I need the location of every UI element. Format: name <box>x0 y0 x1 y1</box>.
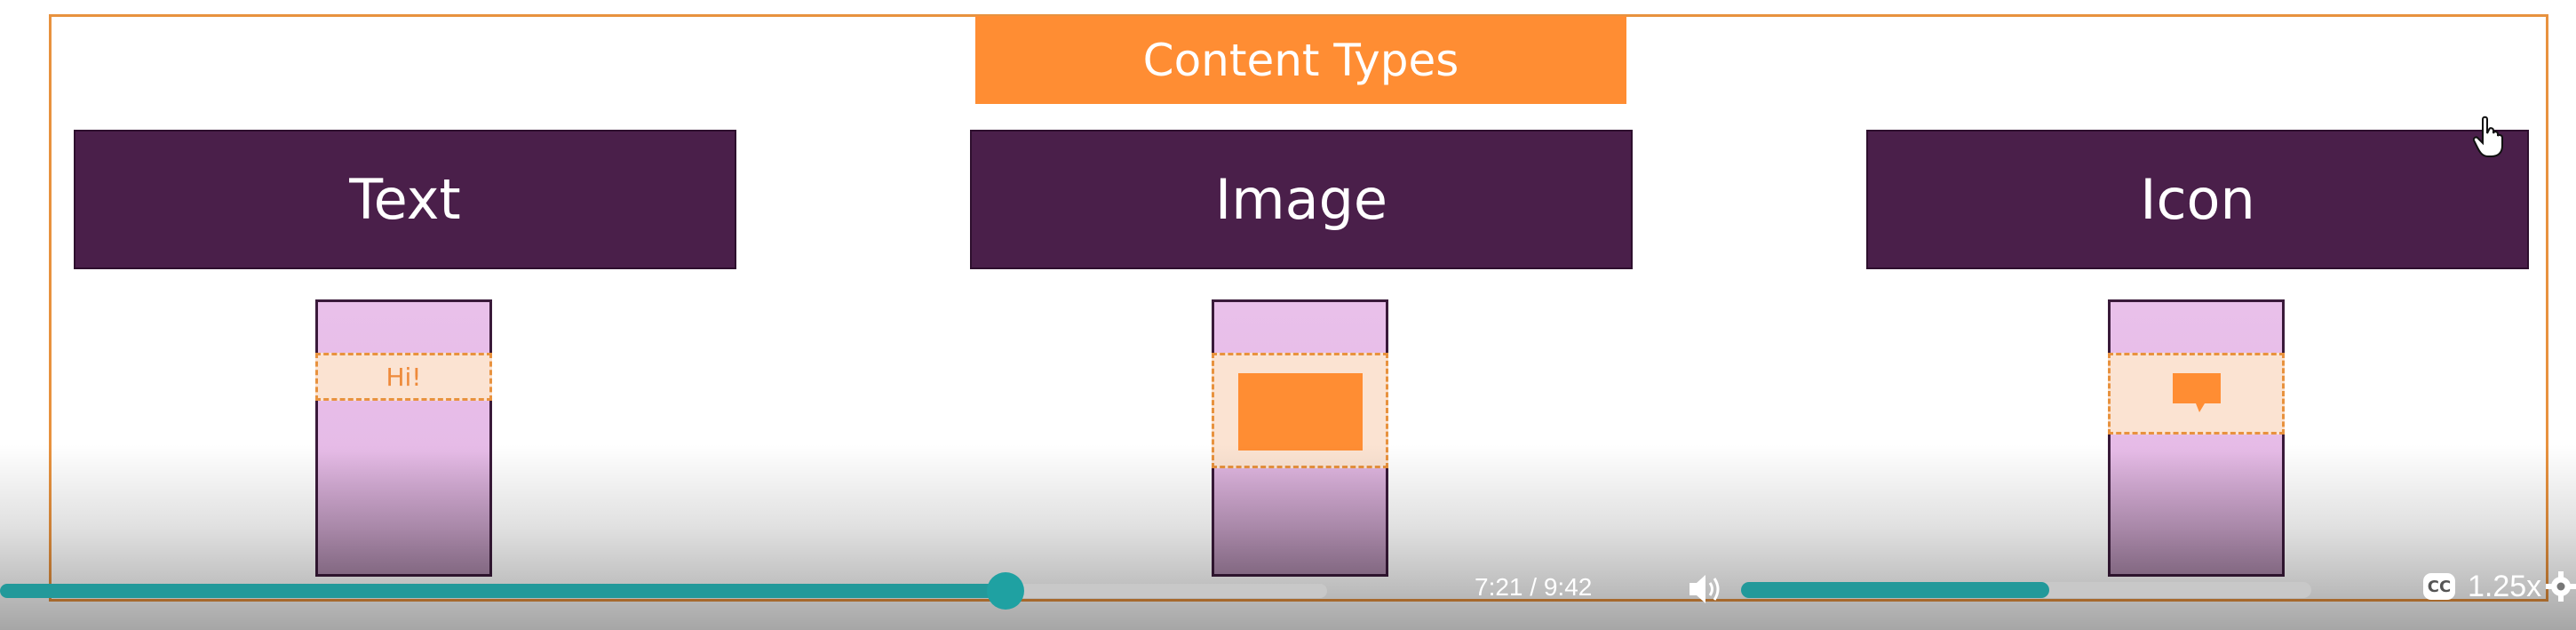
text-content-region: Hi! <box>315 353 492 401</box>
volume-icon[interactable] <box>1688 571 1725 607</box>
slide-title: Content Types <box>975 16 1626 104</box>
phone-mockup-image <box>1212 299 1388 577</box>
sample-text: Hi! <box>386 362 422 392</box>
seek-handle[interactable] <box>987 572 1025 610</box>
column-header-text: Text <box>74 130 736 269</box>
volume-level <box>1741 582 2049 598</box>
hand-cursor-icon <box>2473 116 2503 157</box>
current-time: 7:21 <box>1475 573 1523 601</box>
icon-content-region <box>2108 353 2285 435</box>
seek-bar[interactable] <box>0 584 1327 598</box>
duration: 9:42 <box>1543 573 1593 601</box>
phone-mockup-text: Hi! <box>315 299 492 577</box>
phone-mockup-icon <box>2108 299 2285 577</box>
time-separator: / <box>1530 573 1538 601</box>
gear-icon[interactable] <box>2546 571 2576 602</box>
image-content-region <box>1212 353 1388 468</box>
column-header-icon: Icon <box>1866 130 2529 269</box>
speech-bubble-icon <box>2173 373 2221 412</box>
volume-slider[interactable] <box>1741 582 2311 598</box>
seek-bar-played <box>0 584 1006 598</box>
playback-speed-button[interactable]: 1.25x <box>2468 570 2541 604</box>
time-display: 7:21 / 9:42 <box>1475 573 1592 602</box>
column-header-image: Image <box>970 130 1633 269</box>
image-placeholder <box>1238 373 1363 451</box>
closed-captions-icon[interactable]: CC <box>2423 573 2455 600</box>
